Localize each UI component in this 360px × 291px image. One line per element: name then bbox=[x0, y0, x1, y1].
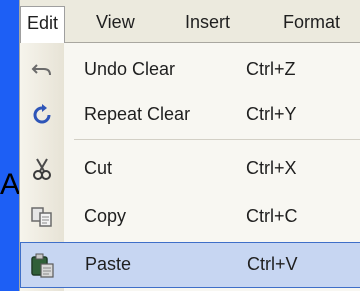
menu-item-copy[interactable]: Copy Ctrl+C bbox=[20, 194, 360, 240]
menu-item-repeat[interactable]: Repeat Clear Ctrl+Y bbox=[20, 92, 360, 138]
menu-item-cut[interactable]: Cut Ctrl+X bbox=[20, 146, 360, 192]
copy-shortcut: Ctrl+C bbox=[246, 206, 298, 226]
edit-dropdown: Undo Clear Ctrl+Z Repeat Clear Ctrl+Y Cu… bbox=[20, 43, 360, 291]
menu-window: Edit View Insert Format Undo Clear Ctrl+… bbox=[19, 0, 360, 291]
copy-label: Copy bbox=[84, 206, 127, 226]
menu-format[interactable]: Format bbox=[283, 8, 340, 36]
menu-insert[interactable]: Insert bbox=[185, 8, 230, 36]
scissors-icon bbox=[28, 156, 56, 182]
repeat-icon bbox=[28, 102, 56, 128]
undo-shortcut: Ctrl+Z bbox=[246, 59, 296, 79]
menu-item-paste[interactable]: Paste Ctrl+V bbox=[20, 242, 360, 288]
paste-label: Paste bbox=[85, 254, 132, 274]
menu-edit-label: Edit bbox=[27, 13, 59, 33]
menu-view-label: View bbox=[96, 12, 135, 32]
menu-divider bbox=[74, 139, 360, 140]
undo-icon bbox=[28, 57, 56, 83]
menu-insert-label: Insert bbox=[185, 12, 231, 32]
menu-edit[interactable]: Edit bbox=[20, 6, 66, 43]
repeat-shortcut: Ctrl+Y bbox=[246, 104, 297, 124]
undo-label: Undo Clear bbox=[84, 59, 176, 79]
copy-icon bbox=[28, 204, 56, 230]
menu-view[interactable]: View bbox=[96, 8, 135, 36]
repeat-label: Repeat Clear bbox=[84, 104, 191, 124]
cut-shortcut: Ctrl+X bbox=[246, 158, 297, 178]
cut-label: Cut bbox=[84, 158, 113, 178]
menu-item-undo[interactable]: Undo Clear Ctrl+Z bbox=[20, 47, 360, 93]
menu-format-label: Format bbox=[283, 12, 341, 32]
paste-icon bbox=[29, 253, 57, 279]
menubar: Edit View Insert Format bbox=[20, 0, 360, 43]
partial-letter: A bbox=[0, 168, 21, 201]
paste-shortcut: Ctrl+V bbox=[247, 254, 298, 274]
